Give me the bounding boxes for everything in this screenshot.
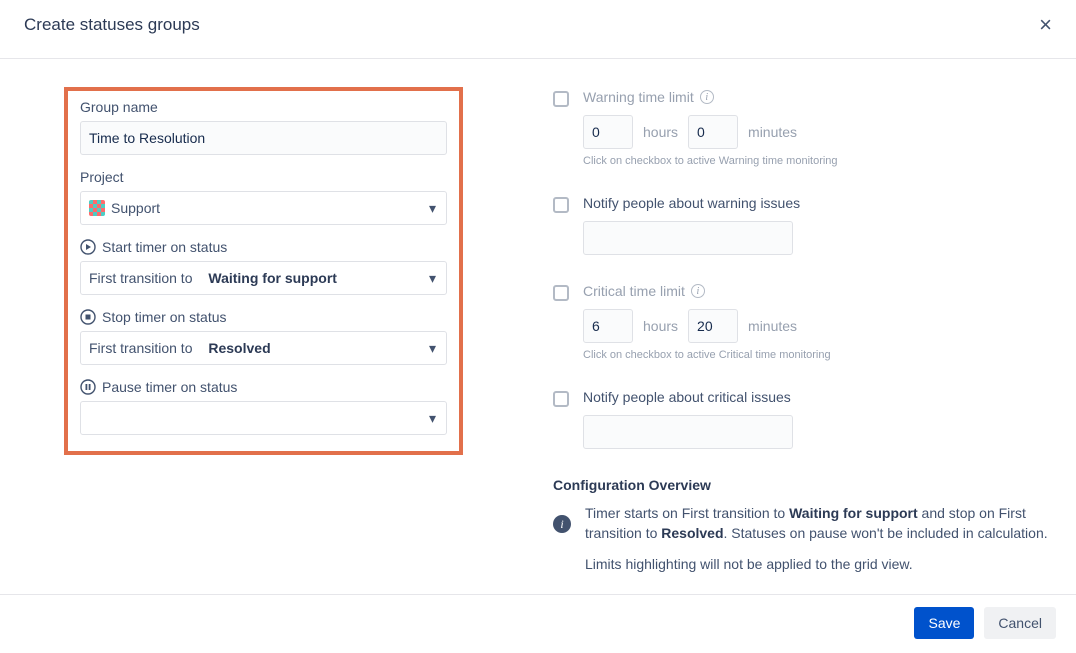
chevron-down-icon: ▾ [429,200,436,217]
critical-time-checkbox[interactable] [553,285,569,301]
critical-hint: Click on checkbox to active Critical tim… [583,349,1058,361]
highlight-box: Group name Project Support ▾ [64,87,463,455]
warning-time-checkbox[interactable] [553,91,569,107]
info-badge-icon: i [553,515,571,533]
notify-critical-section: Notify people about critical issues [553,389,1058,449]
dialog-body: Group name Project Support ▾ [0,59,1076,594]
overview-text: Timer starts on First transition to Wait… [585,503,1058,584]
notify-critical-checkbox[interactable] [553,391,569,407]
notify-warning-checkbox[interactable] [553,197,569,213]
close-button[interactable]: × [1035,8,1056,42]
dialog-title: Create statuses groups [24,15,200,35]
group-name-label: Group name [80,99,158,115]
stop-icon [80,309,96,325]
dialog-footer: Save Cancel [0,594,1076,653]
pause-icon [80,379,96,395]
info-icon[interactable]: i [700,90,714,104]
warning-hint: Click on checkbox to active Warning time… [583,155,1058,167]
stop-timer-label: Stop timer on status [102,309,227,325]
chevron-down-icon: ▾ [429,270,436,287]
left-column: Group name Project Support ▾ [18,87,463,584]
project-icon [89,200,105,216]
start-prefix: First transition to [89,270,192,286]
stop-prefix: First transition to [89,340,192,356]
hours-unit: hours [643,318,678,334]
configuration-overview: Configuration Overview i Timer starts on… [553,477,1058,584]
cancel-button[interactable]: Cancel [984,607,1056,639]
hours-unit: hours [643,124,678,140]
start-timer-select[interactable]: First transition to Waiting for support … [80,261,447,295]
critical-time-label: Critical time limit i [583,283,1058,299]
play-icon [80,239,96,255]
project-label: Project [80,169,124,185]
minutes-unit: minutes [748,318,797,334]
info-icon[interactable]: i [691,284,705,298]
critical-time-section: Critical time limit i hours minutes Clic… [553,283,1058,361]
project-select[interactable]: Support ▾ [80,191,447,225]
minutes-unit: minutes [748,124,797,140]
chevron-down-icon: ▾ [429,340,436,357]
save-button[interactable]: Save [914,607,974,639]
notify-warning-people-input[interactable] [583,221,793,255]
pause-timer-field: Pause timer on status ▾ [80,379,447,435]
stop-value: Resolved [208,340,270,356]
project-field: Project Support ▾ [80,169,447,225]
pause-timer-label: Pause timer on status [102,379,237,395]
start-value: Waiting for support [208,270,337,286]
stop-timer-select[interactable]: First transition to Resolved ▾ [80,331,447,365]
notify-critical-label: Notify people about critical issues [583,389,1058,405]
warning-time-section: Warning time limit i hours minutes Click… [553,89,1058,167]
group-name-input[interactable] [80,121,447,155]
right-column: Warning time limit i hours minutes Click… [553,87,1058,584]
notify-critical-people-input[interactable] [583,415,793,449]
start-timer-field: Start timer on status First transition t… [80,239,447,295]
critical-minutes-input[interactable] [688,309,738,343]
warning-minutes-input[interactable] [688,115,738,149]
chevron-down-icon: ▾ [429,410,436,427]
notify-warning-label: Notify people about warning issues [583,195,1058,211]
pause-timer-select[interactable]: ▾ [80,401,447,435]
group-name-field: Group name [80,99,447,155]
warning-hours-input[interactable] [583,115,633,149]
project-value: Support [111,200,160,216]
start-timer-label: Start timer on status [102,239,227,255]
close-icon: × [1039,12,1052,37]
critical-hours-input[interactable] [583,309,633,343]
create-statuses-groups-dialog: Create statuses groups × Group name Proj… [0,0,1076,624]
warning-time-label: Warning time limit i [583,89,1058,105]
stop-timer-field: Stop timer on status First transition to… [80,309,447,365]
overview-title: Configuration Overview [553,477,1058,493]
dialog-header: Create statuses groups × [0,0,1076,59]
notify-warning-section: Notify people about warning issues [553,195,1058,255]
